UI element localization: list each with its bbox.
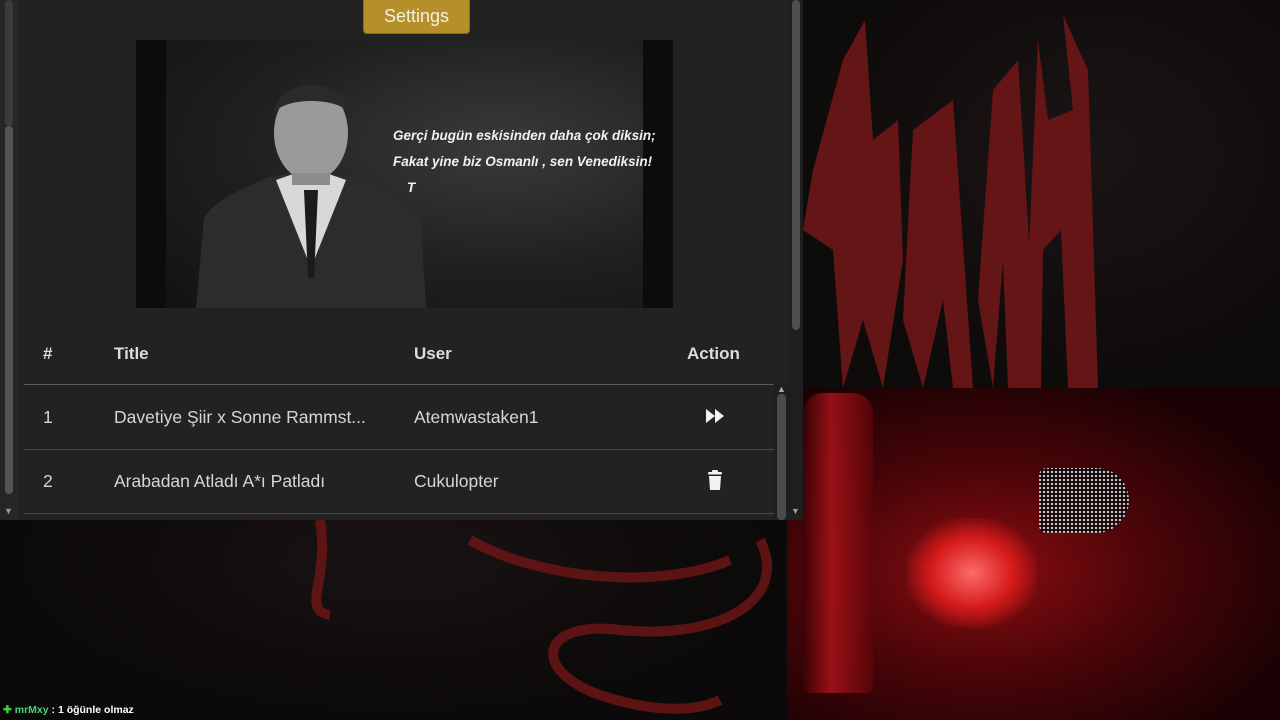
right-scrollbar[interactable]: ▼ xyxy=(789,0,803,520)
song-queue-table: # Title User Action 1 Davetiye Şiir x So… xyxy=(24,322,789,520)
microphone-shape xyxy=(1039,468,1129,533)
row-title: Arabadan Atladı A*ı Patladı xyxy=(114,471,326,491)
left-scroll-down-icon[interactable]: ▼ xyxy=(4,506,13,516)
table-scrollbar[interactable]: ▲ xyxy=(774,384,789,520)
chat-separator: : xyxy=(48,704,58,716)
serpent-artwork xyxy=(0,519,787,720)
left-scrollbar-thumb[interactable] xyxy=(5,126,13,494)
song-request-panel: ▼ Settings Gerçi bugün eskisinden daha ç… xyxy=(0,0,803,520)
chat-message: ✚ mrMxy : 1 öğünle olmaz xyxy=(3,704,134,716)
metal-logo-artwork xyxy=(803,0,1280,388)
quote-line-3: T xyxy=(407,180,416,195)
right-scrollbar-thumb[interactable] xyxy=(792,0,800,330)
video-player[interactable]: Gerçi bugün eskisinden daha çok diksin; … xyxy=(136,40,673,308)
bottle-shape xyxy=(803,393,873,693)
table-scroll-up-icon[interactable]: ▲ xyxy=(777,384,786,394)
left-scrollbar-track-top xyxy=(5,0,13,126)
trash-icon[interactable] xyxy=(704,469,726,491)
header-user[interactable]: User xyxy=(414,344,452,364)
row-user: Cukulopter xyxy=(414,471,499,491)
quote-text: Gerçi bugün eskisinden daha çok diksin; … xyxy=(393,123,656,201)
table-row: 2 Arabadan Atladı A*ı Patladı Cukulopter xyxy=(24,449,774,514)
header-title[interactable]: Title xyxy=(114,344,149,364)
chat-badge-icon: ✚ xyxy=(3,704,12,716)
quote-line-2: Fakat yine biz Osmanlı , sen Venediksin! xyxy=(393,154,653,169)
settings-button[interactable]: Settings xyxy=(363,0,470,34)
row-index: 2 xyxy=(43,471,53,491)
row-title: Davetiye Şiir x Sonne Rammst... xyxy=(114,407,366,427)
row-index: 1 xyxy=(43,407,53,427)
portrait-image xyxy=(196,84,426,308)
row-user: Atemwastaken1 xyxy=(414,407,539,427)
chat-username[interactable]: mrMxy xyxy=(15,704,49,716)
header-index: # xyxy=(43,344,53,363)
video-frame: Gerçi bugün eskisinden daha çok diksin; … xyxy=(166,40,656,308)
table-header: # Title User Action xyxy=(24,322,789,385)
skip-forward-icon[interactable] xyxy=(704,405,726,427)
red-light-glow xyxy=(907,518,1037,628)
table-row: 1 Davetiye Şiir x Sonne Rammst... Atemwa… xyxy=(24,385,774,450)
right-scroll-down-icon[interactable]: ▼ xyxy=(791,506,800,516)
chat-text: 1 öğünle olmaz xyxy=(57,704,134,716)
header-action: Action xyxy=(687,344,740,363)
webcam-feed xyxy=(787,388,1280,720)
quote-line-1: Gerçi bugün eskisinden daha çok diksin; xyxy=(393,128,656,143)
left-scrollbar[interactable]: ▼ xyxy=(0,0,18,520)
table-scrollbar-thumb[interactable] xyxy=(777,394,786,520)
